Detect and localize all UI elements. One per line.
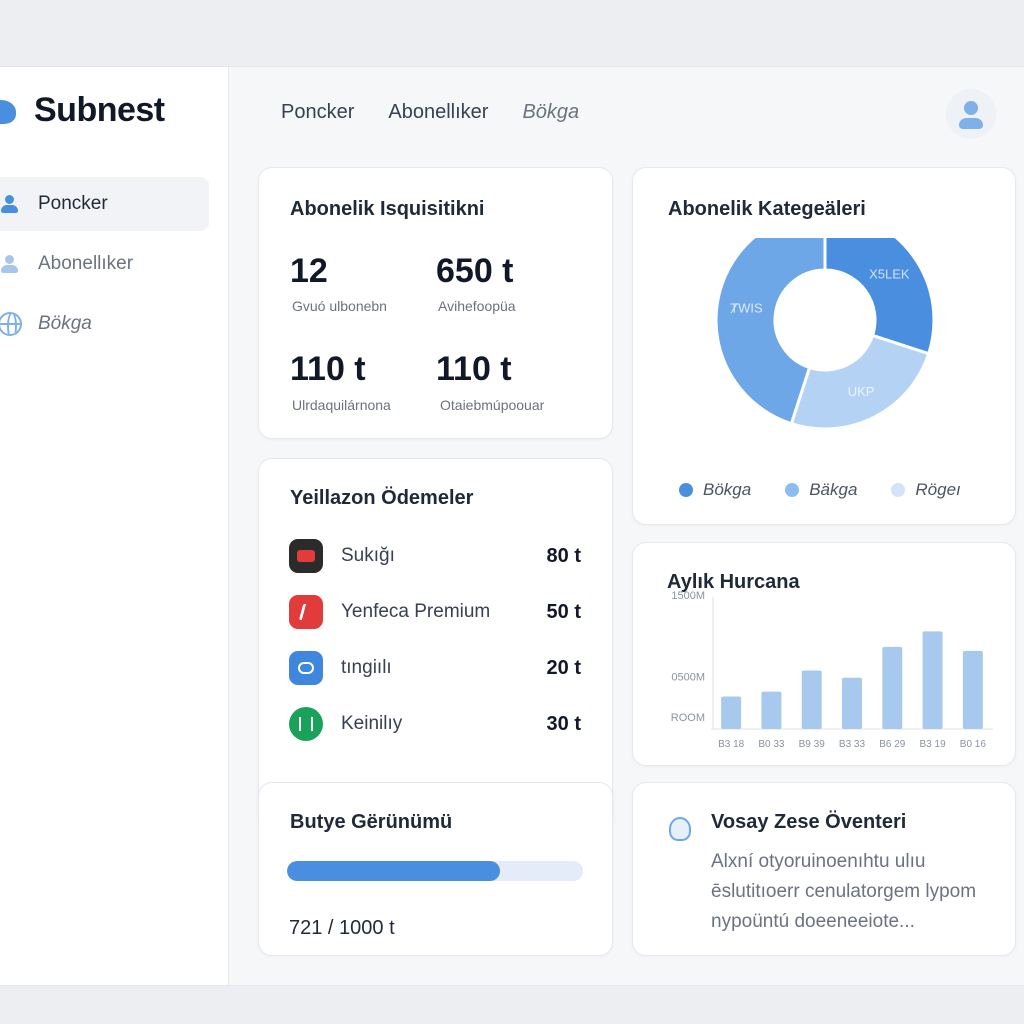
topnav-item-abonelliker[interactable]: Abonellıker — [388, 101, 488, 124]
tips-card: Vosay Zese Öventeri Alxní otyoruinoenıht… — [632, 782, 1016, 956]
budget-progress-bar — [287, 861, 583, 881]
bar[interactable] — [922, 631, 943, 729]
category-donut-chart: X5LEK UKP ȾWIS — [714, 238, 936, 431]
legend-dot — [785, 483, 800, 497]
payment-name: tıngiılı — [341, 657, 392, 678]
categories-title: Abonelik Kategeäleri — [668, 198, 866, 220]
cloud-icon — [289, 651, 323, 685]
stat-value: 12 — [290, 252, 328, 290]
globe-icon — [0, 312, 22, 336]
avatar[interactable] — [946, 89, 996, 139]
bar[interactable] — [962, 650, 983, 729]
topnav-item-bokga[interactable]: Bökga — [522, 101, 579, 124]
stat-value: 650 t — [436, 252, 514, 290]
x-tick-label: B0 33 — [758, 739, 785, 750]
payments-card: Yeillazon Ödemeler Sukığı 80 t Yenfeca P… — [258, 458, 613, 831]
payment-amount: 50 t — [546, 600, 581, 623]
x-tick-label: B6 29 — [879, 739, 906, 750]
x-tick-label: B3 18 — [718, 739, 745, 750]
payments-title: Yeillazon Ödemeler — [290, 487, 474, 509]
payment-amount: 20 t — [546, 656, 581, 679]
legend-item: Bäkga — [785, 480, 857, 500]
bar[interactable] — [801, 670, 822, 729]
x-tick-label: B9 39 — [799, 739, 826, 750]
donut-slice-label: ȾWIS — [730, 301, 763, 316]
user-icon — [0, 192, 22, 216]
y-tick-label: ROOM — [671, 712, 705, 724]
top-nav: Poncker Abonellıker Bökga — [281, 101, 579, 124]
payment-row[interactable]: tıngiılı 20 t — [289, 648, 581, 688]
payment-row[interactable]: Yenfeca Premium 50 t — [289, 592, 581, 632]
topnav-item-poncker[interactable]: Poncker — [281, 101, 354, 124]
legend-label: Bäkga — [809, 480, 858, 499]
legend-dot — [679, 483, 693, 497]
legend-item: Rögeı — [891, 480, 961, 500]
leaf-icon — [289, 707, 323, 741]
payment-amount: 80 t — [546, 544, 581, 567]
budget-progress-fill — [287, 861, 501, 881]
budget-card: Butye Gërünümü 721 / 1000 t — [258, 782, 613, 956]
payment-amount: 30 t — [546, 712, 581, 735]
budget-title: Butye Gërünümü — [290, 811, 453, 833]
user-icon — [0, 252, 22, 276]
sidebar-nav: Poncker Abonellıker Bökga — [0, 177, 209, 357]
legend-label: Rögeı — [915, 480, 961, 499]
payment-name: Sukığı — [341, 545, 395, 566]
y-tick-label: 0500M — [671, 671, 705, 683]
bar[interactable] — [882, 646, 903, 729]
app-window: Subnest Poncker Abonellıker Bökga Poncke… — [0, 66, 1024, 986]
sidebar-item-poncker[interactable]: Poncker — [0, 177, 209, 231]
donut-slice[interactable] — [789, 333, 931, 431]
sidebar-item-label: Poncker — [38, 193, 108, 214]
tips-text: Alxní otyoruinoenıhtu ulıu ēslutitıoerr … — [711, 851, 977, 932]
payment-name: Yenfeca Premium — [341, 601, 491, 622]
stat-label: Otaiebmúpoouar — [440, 397, 545, 413]
x-tick-label: B0 16 — [960, 739, 987, 750]
legend-label: Bökga — [703, 480, 752, 499]
x-tick-label: B3 19 — [920, 739, 947, 750]
avatar-body — [959, 118, 983, 129]
music-icon — [289, 595, 323, 629]
budget-amount: 721 / 1000 t — [289, 917, 395, 939]
stat-label: Avihefoopüa — [438, 298, 516, 314]
legend-item: Bökga — [679, 480, 751, 500]
bar[interactable] — [842, 677, 862, 729]
stat-label: Gvuó ulbonebn — [292, 298, 387, 314]
donut-slice-label: X5LEK — [869, 266, 910, 281]
sidebar-item-label: Bökga — [38, 313, 92, 334]
x-tick-label: B3 33 — [839, 739, 866, 750]
brand[interactable]: Subnest — [0, 91, 165, 130]
y-tick-label: 1500M — [671, 590, 705, 602]
monthly-card: Aylık Hurcana ROOM 0500M 1500M B3 18 B0 33 B9… — [632, 542, 1016, 766]
sidebar-item-bokga[interactable]: Bökga — [0, 297, 209, 351]
payment-row[interactable]: Keinilıy 30 t — [289, 704, 581, 744]
payment-name: Keinilıy — [341, 713, 403, 734]
stat-value: 110 t — [290, 350, 366, 388]
avatar-head — [964, 101, 978, 115]
brand-logo-icon — [0, 96, 20, 126]
category-legend: Bökga Bäkga Rögeı — [679, 480, 961, 500]
stat-value: 110 t — [436, 350, 512, 388]
bar[interactable] — [761, 691, 782, 729]
summary-title: Abonelik Isquisitikni — [290, 198, 485, 220]
summary-card: Abonelik Isquisitikni 12 Gvuó ulbonebn 6… — [258, 167, 613, 439]
legend-dot — [891, 483, 906, 497]
stop-icon — [289, 539, 323, 573]
bar[interactable] — [721, 696, 742, 729]
categories-card: Abonelik Kategeäleri X5LEK UKP ȾWIS Bökga … — [632, 167, 1016, 525]
brand-name: Subnest — [34, 91, 165, 129]
tips-title: Vosay Zese Öventeri — [711, 811, 907, 833]
monthly-bar-chart: ROOM 0500M 1500M B3 18 B0 33 B9 39 B3 33 B6 29 B… — [671, 590, 993, 750]
lightbulb-icon — [669, 817, 691, 841]
sidebar: Subnest Poncker Abonellıker Bökga — [0, 67, 229, 985]
donut-slice-label: UKP — [848, 384, 875, 399]
payment-row[interactable]: Sukığı 80 t — [289, 536, 581, 576]
sidebar-item-abonelliker[interactable]: Abonellıker — [0, 237, 209, 291]
sidebar-item-label: Abonellıker — [38, 253, 134, 274]
stat-label: Ulrdaquilárnona — [292, 397, 391, 413]
